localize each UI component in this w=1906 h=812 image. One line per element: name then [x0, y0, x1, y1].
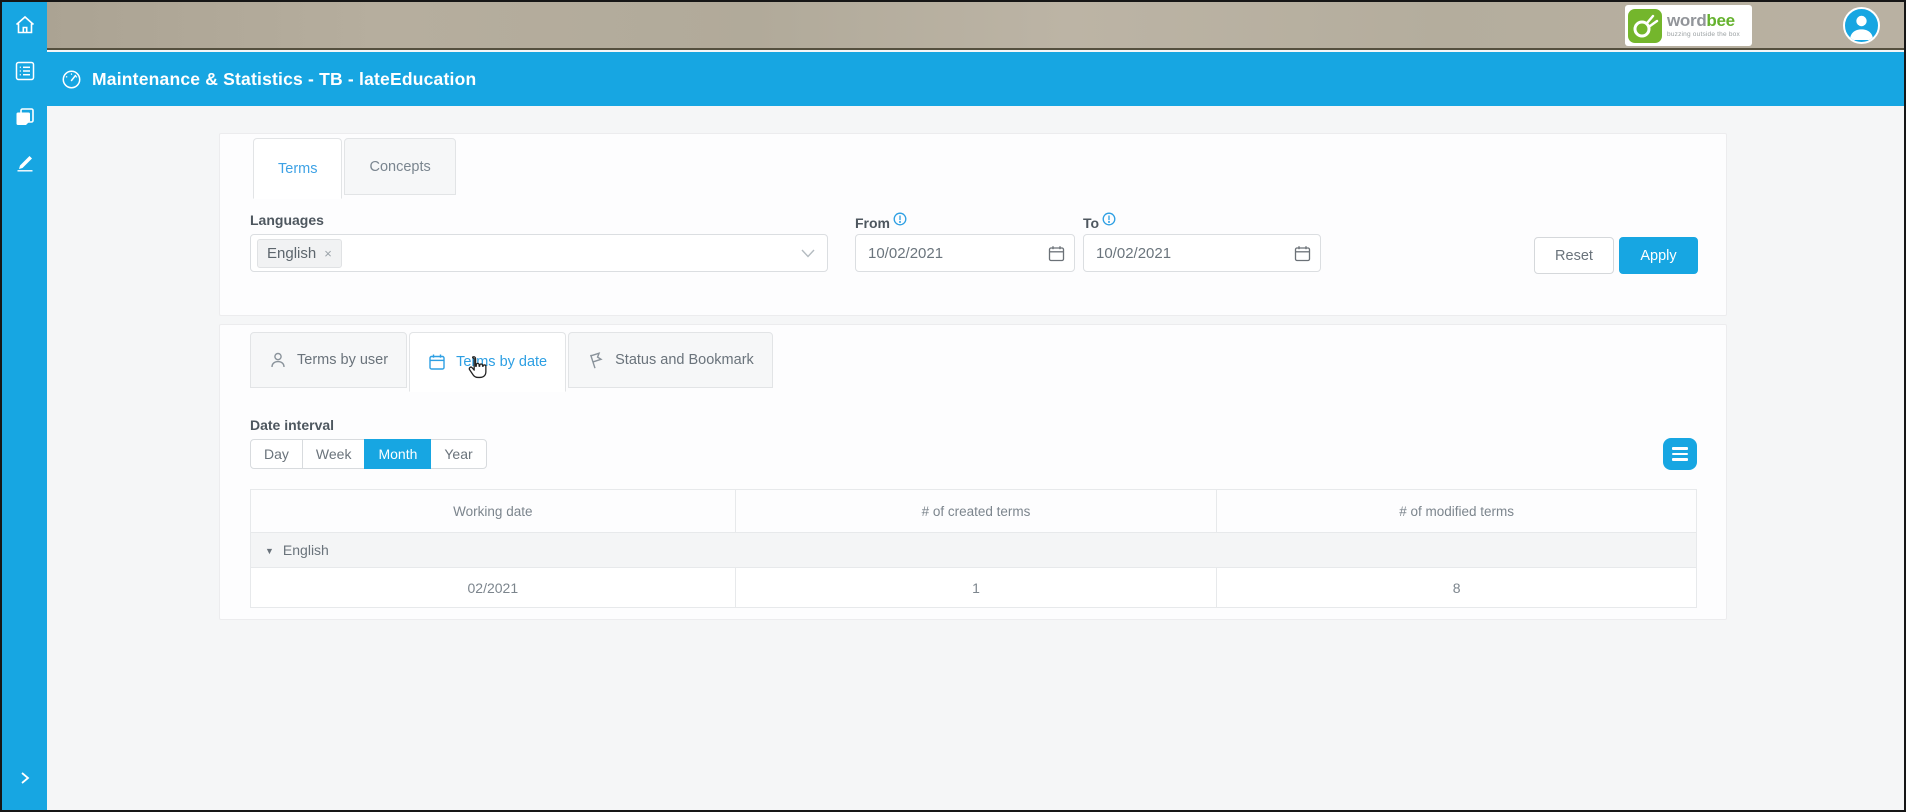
chevron-down-icon [801, 249, 815, 258]
stats-card: Terms by user Terms by date [219, 324, 1727, 620]
filters-tabbar: Terms Concepts [253, 138, 458, 199]
collapse-caret-icon[interactable]: ▼ [265, 546, 274, 556]
content-area: Terms Concepts Languages English × [47, 106, 1904, 810]
info-icon[interactable] [1102, 212, 1116, 226]
pages-icon [15, 107, 35, 127]
segment-week[interactable]: Week [302, 439, 366, 469]
page-title: Maintenance & Statistics - TB - lateEduc… [92, 69, 476, 90]
apply-button[interactable]: Apply [1619, 237, 1698, 274]
page-header: Maintenance & Statistics - TB - lateEduc… [47, 52, 1904, 106]
language-tag-label: English [267, 245, 316, 262]
wordbee-bee-icon [1628, 9, 1662, 43]
languages-label: Languages [250, 212, 324, 228]
topbar: wordbee buzzing outside the box [47, 2, 1904, 50]
sidebar-item-list[interactable] [2, 48, 47, 94]
tab-terms[interactable]: Terms [253, 138, 342, 199]
col-created-terms: # of created terms [735, 490, 1217, 533]
sidebar-item-pages[interactable] [2, 94, 47, 140]
tab-terms-by-date-label: Terms by date [456, 354, 547, 370]
home-icon [14, 14, 36, 36]
languages-select[interactable]: English × [250, 234, 828, 272]
tab-terms-by-user-label: Terms by user [297, 352, 388, 368]
pencil-icon [14, 152, 36, 174]
tab-terms-label: Terms [278, 161, 317, 177]
tab-concepts-label: Concepts [369, 159, 430, 175]
segment-day[interactable]: Day [250, 439, 303, 469]
table-menu-button[interactable] [1663, 438, 1697, 470]
logo-bee: bee [1706, 11, 1734, 30]
reset-button[interactable]: Reset [1534, 237, 1614, 274]
cell-modified-terms: 8 [1217, 568, 1697, 608]
logo-tagline: buzzing outside the box [1667, 32, 1740, 39]
from-label: From [855, 212, 907, 231]
wordbee-logo-text: wordbee buzzing outside the box [1667, 12, 1740, 39]
sidebar-item-home[interactable] [2, 2, 47, 48]
filters-card: Terms Concepts Languages English × [219, 133, 1727, 316]
tab-status-and-bookmark[interactable]: Status and Bookmark [568, 332, 773, 388]
stats-tabbar: Terms by user Terms by date [250, 332, 775, 392]
col-working-date: Working date [251, 490, 736, 533]
language-tag-english: English × [257, 239, 342, 268]
info-icon[interactable] [893, 212, 907, 226]
app-window: wordbee buzzing outside the box Maintena… [0, 0, 1906, 812]
tab-terms-by-date[interactable]: Terms by date [409, 332, 566, 392]
from-date-field [855, 234, 1075, 272]
chevron-right-icon [18, 770, 32, 786]
person-icon [1845, 9, 1878, 42]
remove-tag-icon[interactable]: × [324, 246, 332, 261]
user-icon [269, 351, 287, 369]
tab-terms-by-user[interactable]: Terms by user [250, 332, 407, 388]
to-date-input[interactable] [1084, 235, 1320, 271]
col-modified-terms: # of modified terms [1217, 490, 1697, 533]
bookmark-icon [587, 351, 605, 369]
logo-word: word [1667, 11, 1706, 30]
table-header-row: Working date # of created terms # of mod… [251, 490, 1697, 533]
terms-by-date-table: Working date # of created terms # of mod… [250, 489, 1697, 608]
to-label: To [1083, 212, 1116, 231]
calendar-icon [428, 353, 446, 371]
segment-year[interactable]: Year [430, 439, 486, 469]
cell-created-terms: 1 [735, 568, 1217, 608]
segment-month[interactable]: Month [364, 439, 431, 469]
sidebar [2, 2, 47, 810]
from-date-input[interactable] [856, 235, 1074, 271]
tab-status-and-bookmark-label: Status and Bookmark [615, 352, 754, 368]
date-interval-segmented-control: Day Week Month Year [250, 439, 487, 469]
to-date-field [1083, 234, 1321, 272]
gauge-icon [61, 69, 82, 90]
table-row: 02/2021 1 8 [251, 568, 1697, 608]
group-label: English [283, 542, 329, 558]
wordbee-logo: wordbee buzzing outside the box [1625, 5, 1752, 46]
list-icon [15, 61, 35, 81]
tab-concepts[interactable]: Concepts [344, 138, 455, 195]
date-interval-label: Date interval [250, 417, 334, 433]
group-row-english[interactable]: ▼ English [251, 533, 1697, 568]
cell-working-date: 02/2021 [251, 568, 736, 608]
user-avatar[interactable] [1843, 7, 1880, 44]
sidebar-expand-button[interactable] [2, 770, 47, 786]
sidebar-item-edit[interactable] [2, 140, 47, 186]
